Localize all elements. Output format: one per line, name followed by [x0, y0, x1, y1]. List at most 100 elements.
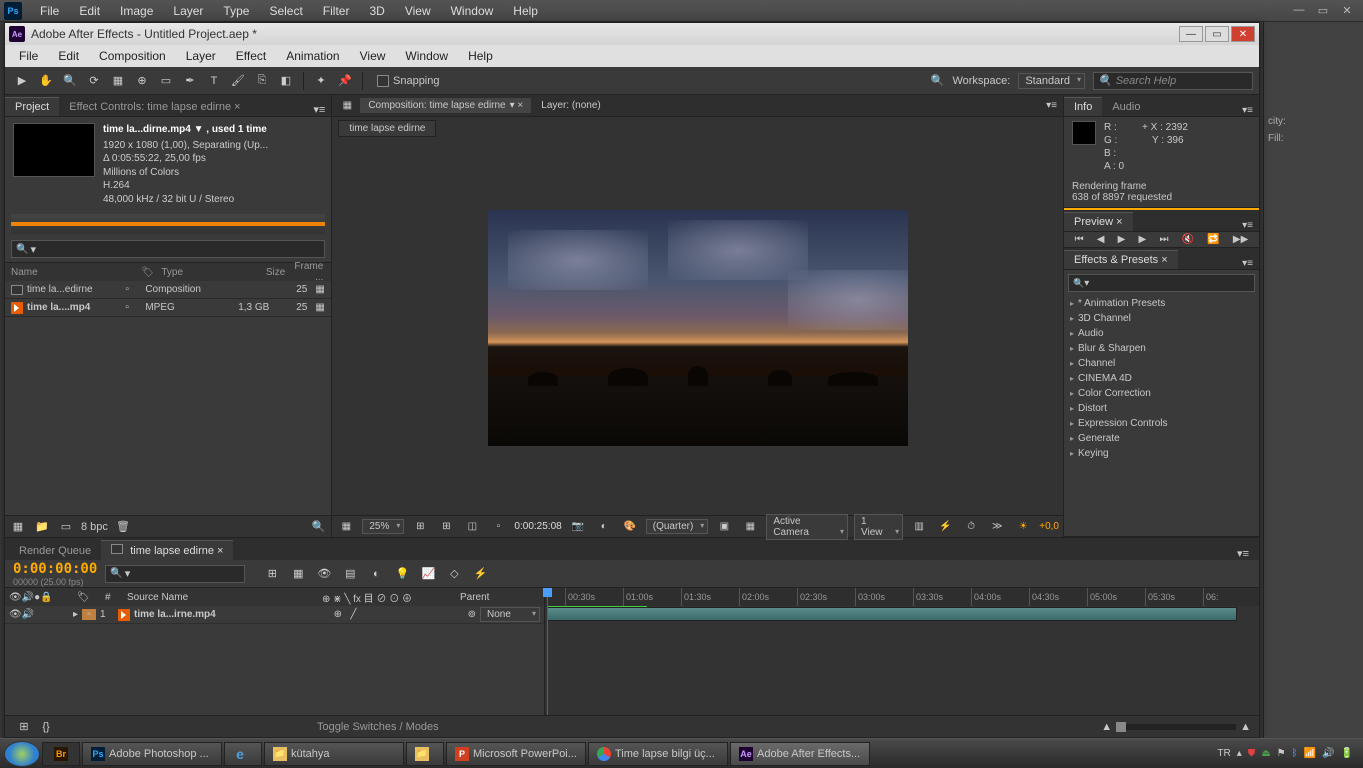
brush-tool[interactable]: 🖌 [227, 71, 249, 91]
timeline-icon[interactable]: ⏱ [961, 517, 981, 537]
zoom-tool[interactable]: 🔍 [59, 71, 81, 91]
resolution-icon[interactable]: ⊞ [410, 517, 430, 537]
hand-tool[interactable]: ✋ [35, 71, 57, 91]
next-frame-button[interactable]: ▶ [1139, 234, 1147, 245]
effects-search-input[interactable]: ▾ [1068, 274, 1255, 292]
info-tab[interactable]: Info [1064, 97, 1102, 116]
zoom-out-icon[interactable]: ▲ [1101, 721, 1112, 733]
timeline-zoom-slider[interactable] [1116, 724, 1236, 730]
interpret-icon[interactable]: ▦ [9, 517, 27, 537]
timeline-ruler[interactable]: 00:30s01:00s01:30s02:00s02:30s03:00s03:3… [545, 588, 1259, 606]
puppet-tool[interactable]: 📌 [334, 71, 356, 91]
language-indicator[interactable]: TR [1217, 748, 1230, 759]
effect-category[interactable]: Keying [1064, 446, 1259, 461]
effect-category[interactable]: Expression Controls [1064, 416, 1259, 431]
color-mgmt-icon[interactable]: 🎨 [620, 517, 640, 537]
pinned-bridge[interactable]: Br [42, 742, 80, 766]
preview-tab[interactable]: Preview × [1064, 212, 1133, 231]
new-comp-icon[interactable]: ▭ [57, 517, 75, 537]
ae-titlebar[interactable]: Ae Adobe After Effects - Untitled Projec… [5, 23, 1259, 45]
ps-menu-3d[interactable]: 3D [359, 4, 394, 18]
tray-antivirus-icon[interactable]: ⛊ [1248, 748, 1256, 759]
timeline-comp-tab[interactable]: time lapse edirne × [101, 540, 233, 560]
ae-minimize-button[interactable]: — [1179, 26, 1203, 42]
magnification-icon[interactable]: ▦ [336, 517, 356, 537]
timeline-search-input[interactable]: ▾ [105, 565, 245, 583]
source-name-header[interactable]: Source Name [127, 592, 314, 603]
shape-tool[interactable]: ▭ [155, 71, 177, 91]
effect-category[interactable]: Distort [1064, 401, 1259, 416]
camera-dropdown[interactable]: Active Camera [766, 514, 848, 540]
effect-category[interactable]: Generate [1064, 431, 1259, 446]
taskbar-item[interactable]: Time lapse bilgi üç... [588, 742, 728, 766]
exposure-icon[interactable]: ☀ [1013, 517, 1033, 537]
roi-icon[interactable]: ▣ [714, 517, 734, 537]
search-help-input[interactable]: 🔍Search Help [1093, 72, 1253, 90]
effect-category[interactable]: CINEMA 4D [1064, 371, 1259, 386]
help-icon[interactable]: 🔍 [931, 74, 945, 87]
parent-dropdown[interactable]: None [480, 607, 540, 622]
current-time-display[interactable]: 0:00:25:08 [514, 521, 561, 532]
fast-preview-icon[interactable]: ⚡ [935, 517, 955, 537]
bit-depth-label[interactable]: 8 bpc [81, 521, 108, 533]
live-update-icon[interactable]: ⚡ [469, 564, 491, 584]
ae-menu-layer[interactable]: Layer [176, 49, 226, 63]
tray-action-center-icon[interactable]: ⚑ [1277, 748, 1286, 759]
roto-tool[interactable]: ✦ [310, 71, 332, 91]
ps-minimize[interactable]: — [1287, 4, 1311, 17]
ps-menu-window[interactable]: Window [441, 4, 504, 18]
ps-menu-edit[interactable]: Edit [69, 4, 110, 18]
eraser-tool[interactable]: ◧ [275, 71, 297, 91]
auto-keyframe-icon[interactable]: ◇ [443, 564, 465, 584]
comp-panel-menu-icon[interactable]: ▾≡ [1040, 100, 1063, 111]
project-item[interactable]: time la....mp4▫MPEG1,3 GB25▦ [5, 299, 331, 317]
snapshot-icon[interactable]: 📷 [568, 517, 588, 537]
effect-category[interactable]: Channel [1064, 356, 1259, 371]
quality-dropdown[interactable]: (Quarter) [646, 519, 709, 534]
taskbar-item[interactable]: AeAdobe After Effects... [730, 742, 870, 766]
ae-maximize-button[interactable]: ▭ [1205, 26, 1229, 42]
composition-tab[interactable]: Composition: time lapse edirne ▾ × [360, 98, 531, 113]
ps-menu-filter[interactable]: Filter [313, 4, 360, 18]
loop-button[interactable]: 🔁 [1207, 234, 1219, 245]
timeline-track-area[interactable]: 00:30s01:00s01:30s02:00s02:30s03:00s03:3… [545, 588, 1259, 715]
layer-name[interactable]: time la...irne.mp4 [134, 609, 330, 620]
views-dropdown[interactable]: 1 View [854, 514, 903, 540]
tray-network-icon[interactable]: 📶 [1304, 748, 1316, 759]
timeline-layer-row[interactable]: 👁🔊 ▸ ▫ 1 time la...irne.mp4 ⊕ ╱ ⊚ None [5, 606, 544, 624]
clone-tool[interactable]: ⎘ [251, 71, 273, 91]
taskbar-item[interactable]: PsAdobe Photoshop ... [82, 742, 222, 766]
effect-category[interactable]: * Animation Presets [1064, 296, 1259, 311]
ae-menu-edit[interactable]: Edit [48, 49, 89, 63]
ps-menu-select[interactable]: Select [259, 4, 312, 18]
selection-tool[interactable]: ▶ [11, 71, 33, 91]
ps-menu-help[interactable]: Help [503, 4, 548, 18]
tray-chevron-icon[interactable]: ▴ [1237, 748, 1242, 759]
folder-icon[interactable]: 📁 [33, 517, 51, 537]
effect-controls-tab[interactable]: Effect Controls: time lapse edirne × [59, 98, 250, 116]
ae-menu-view[interactable]: View [350, 49, 396, 63]
channel-icon[interactable]: ◐ [594, 517, 614, 537]
pan-behind-tool[interactable]: ⊕ [131, 71, 153, 91]
current-time-indicator[interactable]: 0:00:00:00 [13, 561, 97, 577]
composition-subtab[interactable]: time lapse edirne [338, 120, 436, 137]
toggle-switches-modes-button[interactable]: Toggle Switches / Modes [317, 721, 439, 733]
taskbar-item[interactable]: e [224, 742, 262, 766]
render-queue-tab[interactable]: Render Queue [9, 542, 101, 560]
search-icon[interactable]: 🔍 [309, 517, 327, 537]
graph-editor-icon[interactable]: 📈 [417, 564, 439, 584]
snapping-checkbox[interactable] [377, 75, 389, 87]
playhead[interactable] [547, 588, 548, 715]
transparency-grid-icon[interactable]: ▦ [740, 517, 760, 537]
ps-menu-image[interactable]: Image [110, 4, 163, 18]
pen-tool[interactable]: ✒ [179, 71, 201, 91]
taskbar-item[interactable]: 📁 [406, 742, 444, 766]
tray-volume-icon[interactable]: 🔊 [1322, 748, 1334, 759]
frame-blend-icon[interactable]: ▤ [339, 564, 361, 584]
ae-menu-file[interactable]: File [9, 49, 48, 63]
ps-menu-file[interactable]: File [30, 4, 69, 18]
draft-3d-icon[interactable]: ▦ [287, 564, 309, 584]
rotate-tool[interactable]: ⟳ [83, 71, 105, 91]
pixel-aspect-icon[interactable]: ▥ [909, 517, 929, 537]
taskbar-item[interactable]: 📁kütahya [264, 742, 404, 766]
